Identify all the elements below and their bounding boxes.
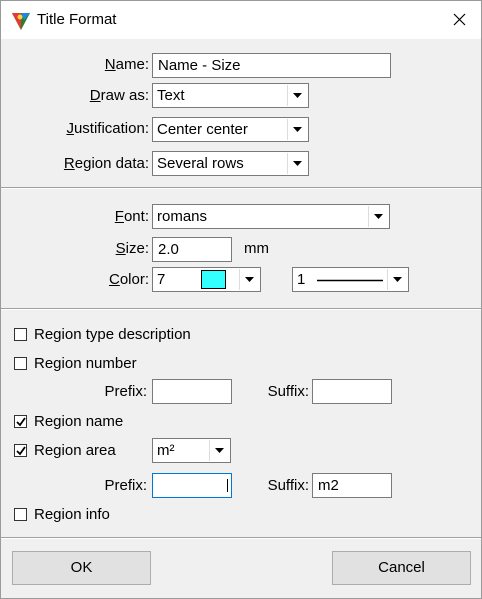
region-area-label[interactable]: Region area <box>34 441 116 461</box>
section-divider <box>1 308 481 310</box>
region-area-checkbox[interactable] <box>14 444 27 457</box>
number-prefix-input[interactable] <box>152 379 232 404</box>
region-number-label[interactable]: Region number <box>34 354 137 374</box>
color-value: 7 <box>157 271 166 288</box>
section-divider <box>1 187 481 189</box>
font-label: Font: <box>114 208 149 225</box>
area-prefix-input[interactable] <box>152 473 232 498</box>
font-value: romans <box>157 208 208 225</box>
area-suffix-label: Suffix: <box>267 477 309 494</box>
draw-as-label: Draw as: <box>89 87 149 104</box>
title-format-dialog: Title Format Name: Name - Size Draw as: … <box>0 0 482 599</box>
area-prefix-label: Prefix: <box>104 477 147 494</box>
region-name-label[interactable]: Region name <box>34 412 123 432</box>
size-unit: mm <box>244 240 269 257</box>
justification-label: Justification: <box>66 120 149 137</box>
number-suffix-input[interactable] <box>312 379 392 404</box>
chevron-down-icon[interactable] <box>209 440 229 461</box>
justification-value: Center center <box>157 121 248 138</box>
section-divider <box>1 537 481 539</box>
region-type-description-label[interactable]: Region type description <box>34 325 191 345</box>
font-select[interactable]: romans <box>152 204 390 229</box>
area-unit-value: m² <box>157 442 175 459</box>
region-data-select[interactable]: Several rows <box>152 151 309 176</box>
color-label: Color: <box>108 271 149 288</box>
window-title: Title Format <box>37 11 117 28</box>
color-select[interactable]: 7 <box>152 267 261 292</box>
ok-button[interactable]: OK <box>12 551 151 585</box>
chevron-down-icon[interactable] <box>287 85 307 106</box>
close-button[interactable] <box>445 7 475 33</box>
area-suffix-input[interactable]: m2 <box>312 473 392 498</box>
region-name-checkbox[interactable] <box>14 415 27 428</box>
title-bar: Title Format <box>1 1 481 39</box>
area-unit-select[interactable]: m² <box>152 438 231 463</box>
size-label: Size: <box>115 240 149 257</box>
line-sample-icon <box>317 279 383 282</box>
close-icon <box>453 13 466 26</box>
chevron-down-icon[interactable] <box>387 269 407 290</box>
region-info-checkbox[interactable] <box>14 508 27 521</box>
line-weight-value: 1 <box>297 271 306 288</box>
region-type-description-checkbox[interactable] <box>14 328 27 341</box>
chevron-down-icon[interactable] <box>239 269 259 290</box>
region-number-checkbox[interactable] <box>14 357 27 370</box>
region-data-label: Region data: <box>63 155 149 172</box>
region-data-value: Several rows <box>157 155 244 172</box>
app-icon <box>12 13 30 30</box>
number-prefix-label: Prefix: <box>104 383 147 400</box>
text-caret <box>227 479 228 492</box>
name-label: Name: <box>104 56 149 73</box>
chevron-down-icon[interactable] <box>368 206 388 227</box>
chevron-down-icon[interactable] <box>287 153 307 174</box>
region-info-label[interactable]: Region info <box>34 505 110 525</box>
cancel-button[interactable]: Cancel <box>332 551 471 585</box>
number-suffix-label: Suffix: <box>267 383 309 400</box>
name-input[interactable]: Name - Size <box>152 53 391 78</box>
draw-as-value: Text <box>157 87 185 104</box>
justification-select[interactable]: Center center <box>152 117 309 142</box>
line-weight-select[interactable]: 1 <box>292 267 409 292</box>
chevron-down-icon[interactable] <box>287 119 307 140</box>
color-swatch <box>201 270 226 289</box>
size-input[interactable]: 2.0 <box>152 237 232 262</box>
draw-as-select[interactable]: Text <box>152 83 309 108</box>
